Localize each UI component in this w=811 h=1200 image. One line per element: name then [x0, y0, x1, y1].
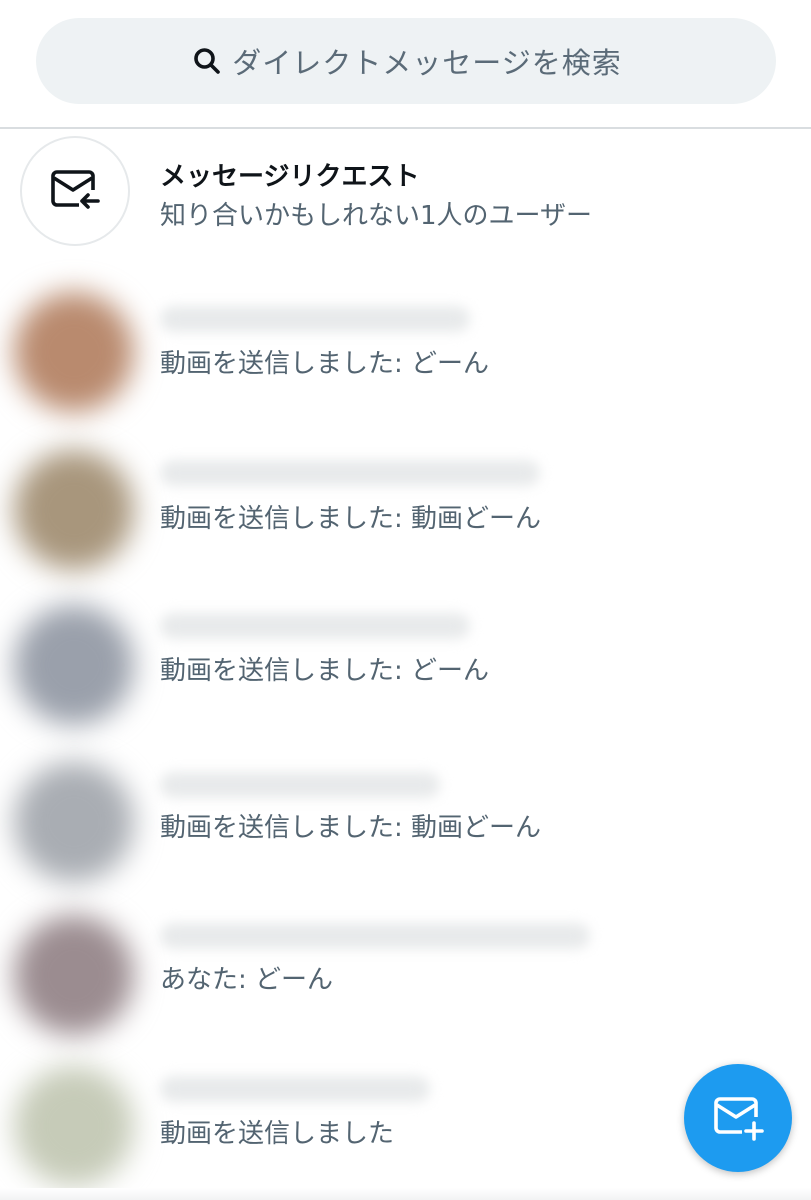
conversation-row[interactable]: 動画を送信しました: 動画どーん	[0, 428, 811, 578]
conversation-row[interactable]: 動画を送信しました: どーん	[0, 583, 811, 733]
message-preview: 動画を送信しました: 動画どーん	[160, 504, 542, 534]
avatar	[14, 1066, 134, 1186]
search-icon	[190, 44, 224, 78]
message-preview: あなた: どーん	[160, 965, 334, 995]
message-preview: 動画を送信しました: どーん	[160, 656, 490, 686]
conversation-row[interactable]: 動画を送信しました: どーん	[0, 270, 811, 420]
redacted-username	[160, 460, 540, 486]
bottom-edge	[0, 1188, 811, 1200]
conversation-row[interactable]: 動画を送信しました: 動画どーん	[0, 740, 811, 890]
avatar	[14, 605, 134, 725]
message-preview: 動画を送信しました	[160, 1119, 395, 1149]
avatar	[14, 450, 134, 570]
search-input[interactable]: ダイレクトメッセージを検索	[36, 18, 776, 104]
avatar	[14, 292, 134, 412]
new-message-button[interactable]	[684, 1064, 792, 1172]
redacted-username	[160, 1076, 430, 1102]
message-request-row[interactable]: メッセージリクエスト 知り合いかもしれない1人のユーザー	[0, 131, 811, 251]
conversation-row[interactable]: あなた: どーん	[0, 893, 811, 1043]
avatar	[14, 915, 134, 1035]
avatar	[14, 762, 134, 882]
redacted-username	[160, 613, 470, 639]
redacted-username	[160, 772, 440, 798]
message-preview: 動画を送信しました: どーん	[160, 349, 490, 379]
new-message-icon	[712, 1095, 764, 1141]
message-preview: 動画を送信しました: 動画どーん	[160, 813, 542, 843]
redacted-username	[160, 923, 590, 949]
search-placeholder: ダイレクトメッセージを検索	[232, 46, 622, 80]
redacted-username	[160, 306, 470, 332]
mail-inbox-icon	[20, 136, 130, 246]
divider	[0, 127, 811, 129]
message-request-subtitle: 知り合いかもしれない1人のユーザー	[160, 201, 593, 231]
message-request-title: メッセージリクエスト	[160, 162, 420, 192]
